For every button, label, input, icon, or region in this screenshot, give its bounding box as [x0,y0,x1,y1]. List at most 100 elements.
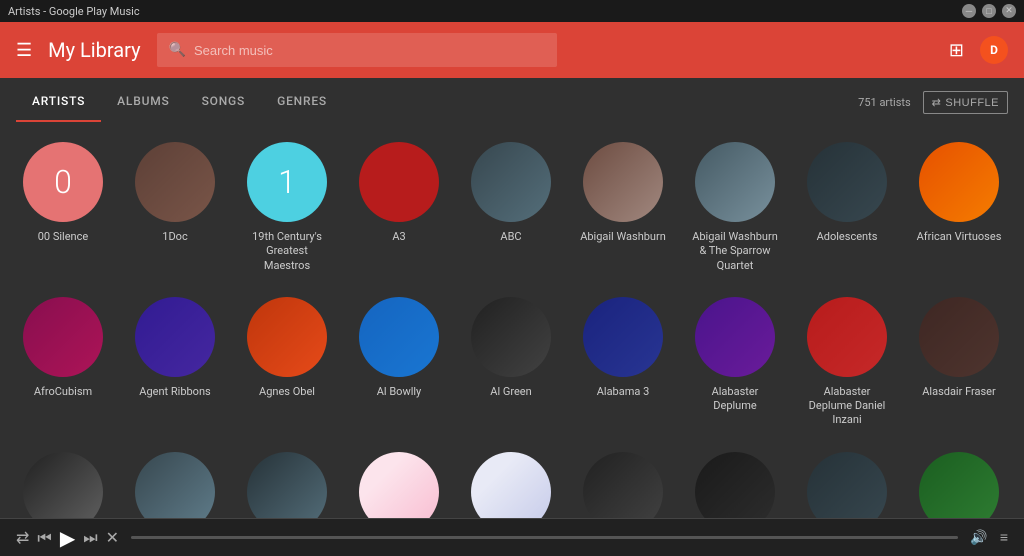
volume-icon[interactable]: 🔊 [970,530,987,546]
shuffle-player-button[interactable]: ⇄ [16,528,29,547]
search-bar: 🔍 [157,33,557,67]
artist-item[interactable]: AfroCubism [8,285,118,440]
tab-genres[interactable]: GENRES [261,82,343,122]
artist-name: Alabaster Deplume Daniel Inzani [802,385,892,428]
artist-name: 19th Century's Greatest Maestros [242,230,332,273]
artist-name: Alabaster Deplume [690,385,780,414]
artist-circle [471,452,551,518]
artist-item[interactable]: Albert King [8,440,118,518]
artist-item[interactable]: Al Green [456,285,566,440]
app-title: My Library [48,38,140,62]
play-button[interactable]: ▶ [60,526,75,550]
artist-item[interactable]: Alabaster Deplume Daniel Inzani [792,285,902,440]
artist-circle [695,142,775,222]
artist-item[interactable]: Abigail Washburn [568,130,678,285]
artist-name: ABC [500,230,521,244]
artist-circle [919,452,999,518]
artist-name: Al Green [490,385,531,399]
artist-item[interactable]: 1 19th Century's Greatest Maestros [232,130,342,285]
artist-item[interactable]: African Virtuoses [904,130,1014,285]
search-icon: 🔍 [169,42,186,58]
artist-circle: 1 [247,142,327,222]
minimize-button[interactable]: ─ [962,4,976,18]
artist-item[interactable]: Alfred Brendel [120,440,230,518]
artist-item[interactable]: Amadou & Mariam [792,440,902,518]
artist-item[interactable]: 1Doc [120,130,230,285]
artist-item[interactable]: Alabama 3 [568,285,678,440]
repeat-button[interactable]: ✕ [106,528,119,547]
search-input[interactable] [194,43,545,58]
window-controls: ─ □ ✕ [962,4,1016,18]
artist-name: A3 [392,230,405,244]
artist-name: Agent Ribbons [139,385,210,399]
artist-item[interactable]: Alasdair Fraser [904,285,1014,440]
artist-name: Abigail Washburn & The Sparrow Quartet [690,230,780,273]
menu-icon[interactable]: ☰ [16,40,32,61]
artist-item[interactable]: Allen Toussaint [456,440,566,518]
artist-count: 751 artists [858,96,910,109]
artist-name: Agnes Obel [259,385,315,399]
artist-item[interactable]: Alabaster Deplume [680,285,790,440]
avatar[interactable]: D [980,36,1008,64]
player-right: 🔊 ≡ [970,529,1008,546]
tab-artists[interactable]: ARTISTS [16,82,101,122]
artist-circle [23,452,103,518]
artist-item[interactable]: A3 [344,130,454,285]
artist-item[interactable]: 000 Silence [8,130,118,285]
artist-circle [359,452,439,518]
artist-item[interactable]: Agent Ribbons [120,285,230,440]
artist-name: Alasdair Fraser [922,385,996,399]
artist-name: AfroCubism [34,385,92,399]
artist-item[interactable]: ABC [456,130,566,285]
tabs-bar: ARTISTS ALBUMS SONGS GENRES 751 artists … [0,78,1024,122]
next-button[interactable]: ⏭ [83,528,97,548]
tabs-left: ARTISTS ALBUMS SONGS GENRES [16,82,343,122]
prev-button[interactable]: ⏮ [37,528,51,548]
header-right: ⊞ D [949,36,1008,64]
artist-circle [247,297,327,377]
artist-name: African Virtuoses [917,230,1002,244]
tab-songs[interactable]: SONGS [186,82,262,122]
artist-circle [135,452,215,518]
grid-view-icon[interactable]: ⊞ [949,40,964,61]
artist-name: Adolescents [817,230,878,244]
window-title: Artists - Google Play Music [8,5,140,18]
tab-albums[interactable]: ALBUMS [101,82,185,122]
artist-circle [583,142,663,222]
artist-grid-container[interactable]: 000 Silence 1Doc 1 19th Century's Greatest … [0,122,1024,518]
artist-item[interactable]: Ali Farka Toure [232,440,342,518]
artist-item[interactable]: Alison Krauss [344,440,454,518]
artist-item[interactable]: Al Bowlly [344,285,454,440]
app-header: ☰ My Library 🔍 ⊞ D [0,22,1024,78]
progress-area [131,536,958,539]
artist-circle [583,297,663,377]
artist-item[interactable]: Amenazouche [904,440,1014,518]
artist-item[interactable]: The Alley Cats [568,440,678,518]
artist-circle [23,297,103,377]
artist-item[interactable]: Alice Bayo [680,440,790,518]
artist-circle [471,297,551,377]
artist-circle [807,142,887,222]
progress-bar[interactable] [131,536,958,539]
artist-circle [135,142,215,222]
player-bar: ⇄ ⏮ ▶ ⏭ ✕ 🔊 ≡ [0,518,1024,556]
artist-circle: 0 [23,142,103,222]
artist-item[interactable]: Abigail Washburn & The Sparrow Quartet [680,130,790,285]
maximize-button[interactable]: □ [982,4,996,18]
artist-item[interactable]: Adolescents [792,130,902,285]
artist-name: 1Doc [162,230,187,244]
artist-circle [583,452,663,518]
artist-name: Alabama 3 [597,385,650,399]
artist-circle [359,297,439,377]
artist-circle [471,142,551,222]
shuffle-icon: ⇄ [932,96,942,109]
title-bar: Artists - Google Play Music ─ □ ✕ [0,0,1024,22]
artist-circle [807,452,887,518]
shuffle-button[interactable]: ⇄ SHUFFLE [923,91,1008,114]
artist-circle [919,297,999,377]
artist-item[interactable]: Agnes Obel [232,285,342,440]
close-button[interactable]: ✕ [1002,4,1016,18]
artist-circle [135,297,215,377]
queue-icon[interactable]: ≡ [1000,529,1008,546]
artist-grid: 000 Silence 1Doc 1 19th Century's Greatest … [8,130,1016,518]
